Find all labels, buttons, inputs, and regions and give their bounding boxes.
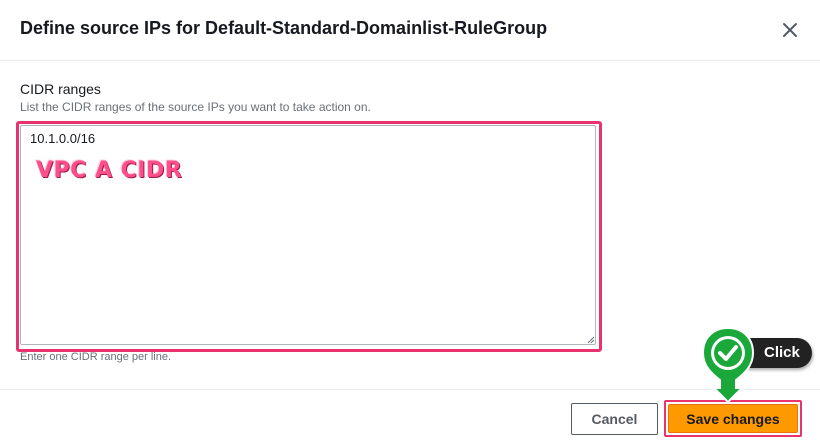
modal-header: Define source IPs for Default-Standard-D… xyxy=(0,0,820,61)
vpc-cidr-annotation: VPC A CIDR xyxy=(36,158,183,183)
cidr-ranges-label: CIDR ranges xyxy=(20,81,101,97)
footer-divider xyxy=(0,389,820,390)
cidr-ranges-description: List the CIDR ranges of the source IPs y… xyxy=(20,100,371,114)
cidr-ranges-hint: Enter one CIDR range per line. xyxy=(20,351,172,363)
modal-title: Define source IPs for Default-Standard-D… xyxy=(20,18,548,38)
cancel-button[interactable]: Cancel xyxy=(571,403,658,435)
check-icon xyxy=(701,326,755,404)
click-callout-label: Click xyxy=(764,344,800,361)
modal-dialog: Define source IPs for Default-Standard-D… xyxy=(0,0,820,446)
close-icon[interactable] xyxy=(776,16,804,44)
textarea-highlight-annotation xyxy=(16,121,602,352)
save-changes-button[interactable]: Save changes xyxy=(668,404,798,433)
